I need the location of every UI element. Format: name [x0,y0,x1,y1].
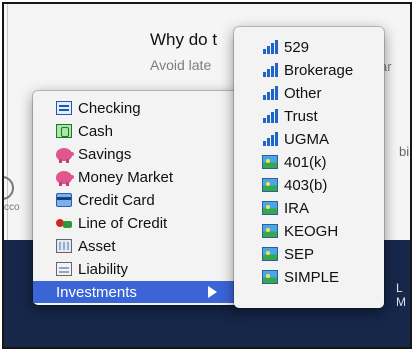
cash-icon [56,124,72,138]
bar-chart-icon [262,40,278,54]
submenu-item-label: 529 [284,38,310,56]
submenu-item-ugma[interactable]: UGMA [234,128,384,150]
submenu-item-label: 403(b) [284,176,328,194]
credit-card-icon [56,193,72,207]
submenu-item-trust[interactable]: Trust [234,105,384,127]
piggy-bank-icon [56,170,74,186]
submenu-item-other[interactable]: Other [234,82,384,104]
submenu-item-label: Other [284,84,322,102]
asset-icon [56,239,72,253]
submenu-item-sep[interactable]: SEP [234,243,384,265]
account-type-menu: Checking Cash Savings Money Market Credi… [33,91,240,305]
submenu-item-label: KEOGH [284,222,339,240]
menu-item-label: Investments [56,283,137,301]
line-of-credit-icon [56,216,72,230]
bar-chart-icon [262,132,278,146]
menu-item-label: Cash [78,122,114,140]
submenu-item-ira[interactable]: IRA [234,197,384,219]
submenu-item-403b[interactable]: 403(b) [234,174,384,196]
menu-item-label: Asset [78,237,116,255]
page-subtitle: Avoid late [150,57,212,73]
submenu-item-label: Trust [284,107,318,125]
menu-item-liability[interactable]: Liability [33,258,240,280]
menu-item-label: Money Market [78,168,174,186]
retirement-icon [262,224,278,238]
menu-item-asset[interactable]: Asset [33,235,240,257]
submenu-item-529[interactable]: 529 [234,36,384,58]
menu-item-label: Liability [78,260,129,278]
left-text-fragment: cco [4,202,20,213]
submenu-item-keogh[interactable]: KEOGH [234,220,384,242]
submenu-item-brokerage[interactable]: Brokerage [234,59,384,81]
menu-item-investments[interactable]: Investments [33,281,240,303]
band-text-fragment: L M [396,281,406,309]
investments-submenu: 529 Brokerage Other Trust UGMA 401(k) 40… [234,27,384,308]
menu-item-cash[interactable]: Cash [33,120,240,142]
retirement-icon [262,178,278,192]
menu-item-credit-card[interactable]: Credit Card [33,189,240,211]
menu-item-label: Savings [78,145,132,163]
submenu-item-label: SEP [284,245,315,263]
bar-chart-icon [262,86,278,100]
menu-item-line-of-credit[interactable]: Line of Credit [33,212,240,234]
retirement-icon [262,247,278,261]
menu-item-money-market[interactable]: Money Market [33,166,240,188]
retirement-icon [262,201,278,215]
menu-item-savings[interactable]: Savings [33,143,240,165]
submenu-item-label: UGMA [284,130,329,148]
submenu-item-label: 401(k) [284,153,327,171]
menu-item-label: Line of Credit [78,214,168,232]
submenu-arrow-icon [208,286,217,298]
retirement-icon [262,270,278,284]
side-text-fragment: bi [399,144,410,159]
bar-chart-icon [262,63,278,77]
bar-chart-icon [262,109,278,123]
submenu-item-401k[interactable]: 401(k) [234,151,384,173]
retirement-icon [262,155,278,169]
app-window: Why do t Avoid late ar bi cco L M Checki… [2,2,412,349]
menu-item-label: Checking [78,99,141,117]
page-title: Why do t [150,30,218,49]
submenu-item-simple[interactable]: SIMPLE [234,266,384,288]
liability-icon [56,262,72,276]
piggy-bank-icon [56,147,74,163]
submenu-item-label: SIMPLE [284,268,340,286]
menu-item-label: Credit Card [78,191,155,209]
menu-item-checking[interactable]: Checking [33,97,240,119]
submenu-item-label: Brokerage [284,61,354,79]
checking-icon [56,101,72,115]
submenu-item-label: IRA [284,199,310,217]
